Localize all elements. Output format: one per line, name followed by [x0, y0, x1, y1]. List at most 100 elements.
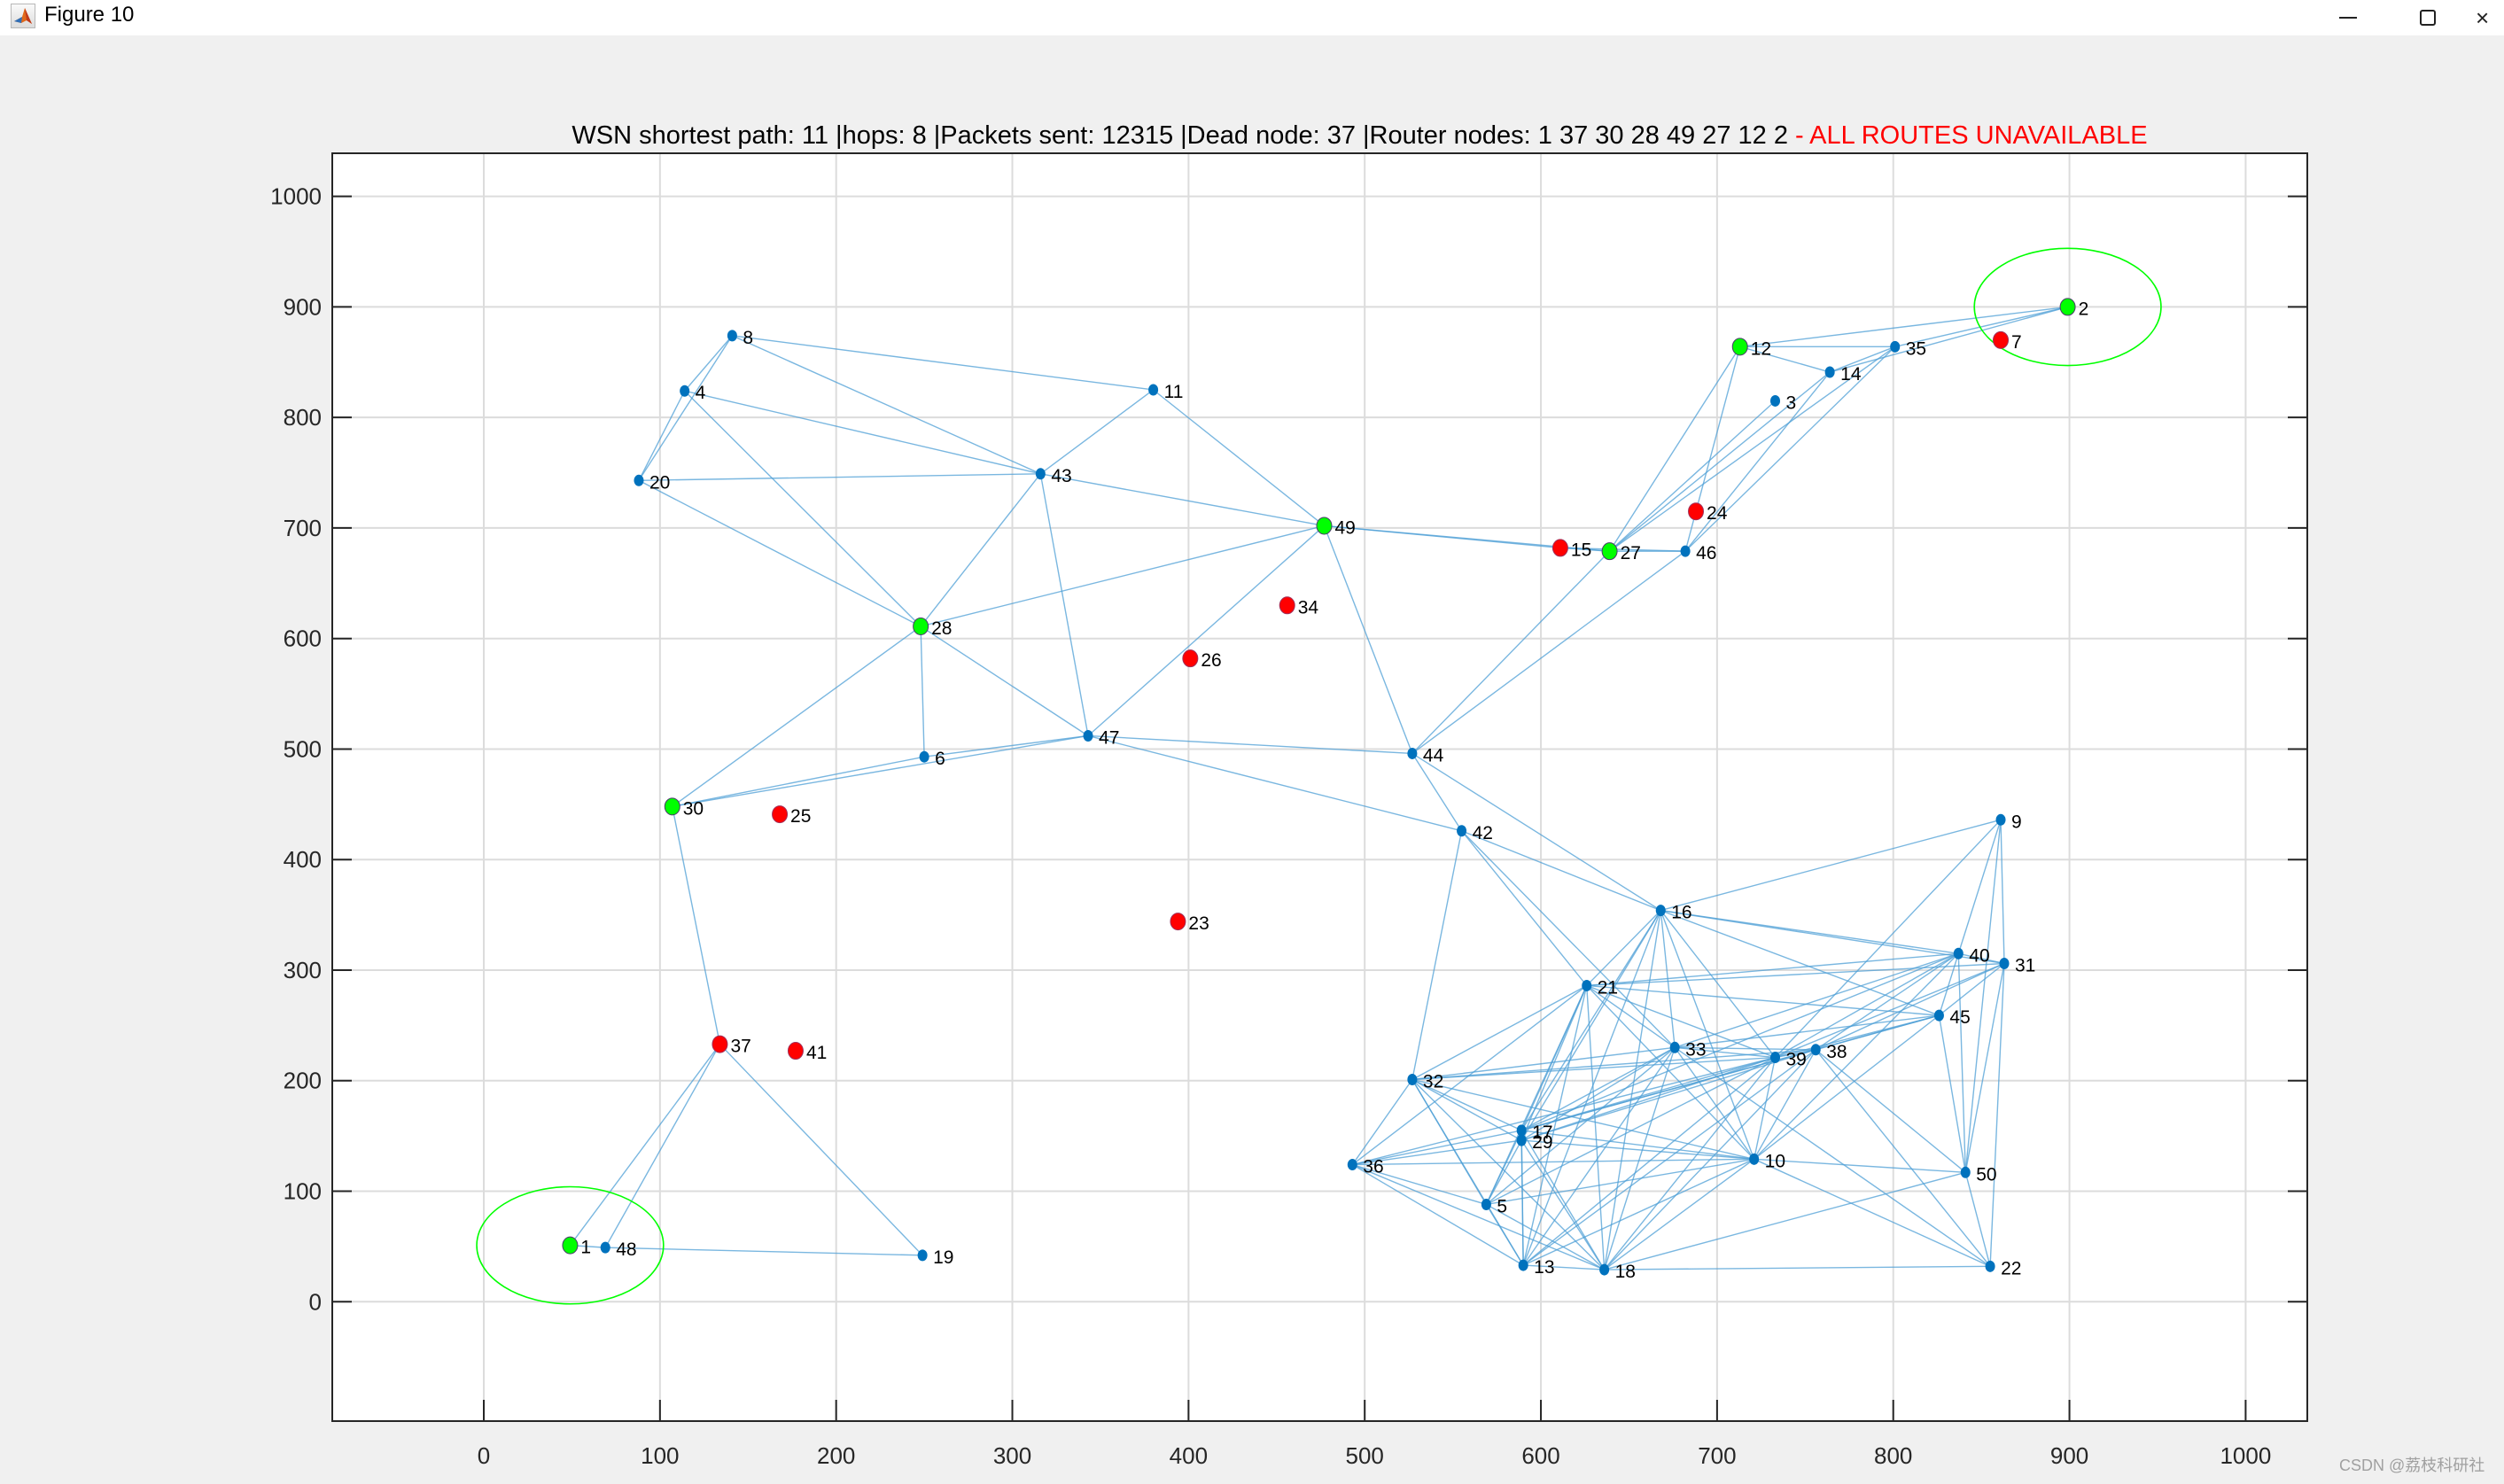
node-24-dead: [1688, 502, 1705, 521]
node-label-48: 48: [616, 1239, 636, 1260]
node-label-7: 7: [2011, 332, 2022, 353]
node-label-45: 45: [1949, 1007, 1970, 1028]
node-label-21: 21: [1598, 977, 1618, 998]
node-label-28: 28: [931, 618, 952, 639]
node-31: [1999, 957, 2010, 969]
node-11: [1148, 384, 1159, 396]
node-label-40: 40: [1969, 945, 1989, 966]
node-17: [1516, 1124, 1527, 1137]
node-label-38: 38: [1826, 1042, 1847, 1062]
node-label-47: 47: [1099, 727, 1119, 748]
node-35: [1890, 340, 1901, 353]
node-label-10: 10: [1765, 1151, 1785, 1171]
node-7-dead: [1993, 330, 2010, 349]
node-45: [1933, 1009, 1944, 1022]
node-21: [1582, 979, 1592, 991]
node-14: [1824, 366, 1835, 378]
node-41-dead: [787, 1042, 804, 1061]
node-label-1: 1: [580, 1238, 591, 1258]
y-tick-label: 100: [284, 1177, 322, 1204]
node-label-22: 22: [2001, 1258, 2021, 1278]
node-2-router: [2059, 298, 2076, 316]
node-label-44: 44: [1423, 745, 1444, 765]
y-tick-label: 800: [284, 404, 322, 431]
node-47: [1083, 729, 1093, 742]
node-16: [1655, 905, 1666, 917]
y-tick-label: 400: [284, 846, 322, 873]
node-38: [1810, 1044, 1821, 1056]
node-label-15: 15: [1571, 540, 1591, 560]
x-tick-label: 200: [817, 1442, 855, 1469]
y-tick-label: 300: [284, 957, 322, 983]
node-13: [1518, 1259, 1528, 1271]
x-tick-label: 300: [993, 1442, 1031, 1469]
node-label-36: 36: [1363, 1157, 1383, 1177]
y-tick-label: 200: [284, 1068, 322, 1094]
y-tick-label: 0: [309, 1288, 322, 1315]
chart-title: WSN shortest path: 11 |hops: 8 |Packets …: [572, 121, 2147, 150]
x-tick-label: 900: [2050, 1442, 2088, 1469]
node-49-router: [1316, 517, 1333, 535]
node-9: [1995, 813, 2006, 826]
node-label-18: 18: [1615, 1262, 1636, 1282]
node-10: [1749, 1153, 1760, 1165]
y-tick-label: 1000: [270, 183, 322, 210]
x-tick-label: 400: [1170, 1442, 1208, 1469]
node-label-6: 6: [935, 749, 945, 769]
node-34-dead: [1279, 596, 1295, 615]
node-label-25: 25: [790, 806, 811, 827]
node-label-26: 26: [1201, 650, 1221, 671]
node-label-27: 27: [1621, 543, 1641, 563]
node-18: [1599, 1263, 1610, 1276]
figure-canvas: 1234567891011121314151617181920212223242…: [270, 121, 2308, 1469]
node-43: [1035, 468, 1046, 480]
chart-title-main: WSN shortest path: 11 |hops: 8 |Packets …: [572, 121, 1788, 150]
node-label-4: 4: [696, 383, 706, 403]
node-48: [600, 1241, 610, 1254]
node-25-dead: [772, 805, 789, 824]
node-label-34: 34: [1298, 597, 1319, 618]
watermark: CSDN @荔枝科研社: [2339, 1457, 2485, 1474]
node-6: [919, 750, 929, 763]
node-label-31: 31: [2015, 955, 2035, 975]
node-26-dead: [1182, 649, 1199, 668]
node-label-50: 50: [1976, 1164, 1996, 1185]
node-44: [1407, 747, 1418, 759]
node-label-42: 42: [1473, 823, 1493, 843]
node-28-router: [913, 617, 929, 635]
node-label-32: 32: [1423, 1071, 1443, 1092]
node-27-router: [1601, 542, 1618, 561]
node-label-37: 37: [730, 1037, 750, 1057]
x-tick-label: 500: [1346, 1442, 1384, 1469]
node-22: [1985, 1260, 1995, 1272]
x-tick-label: 600: [1521, 1442, 1559, 1469]
node-label-20: 20: [649, 472, 670, 493]
node-4: [680, 385, 690, 397]
node-label-49: 49: [1334, 517, 1355, 538]
y-tick-label: 500: [284, 735, 322, 762]
y-tick-label: 600: [284, 625, 322, 652]
node-label-8: 8: [743, 328, 753, 348]
node-label-12: 12: [1751, 338, 1771, 359]
node-label-16: 16: [1671, 903, 1691, 923]
node-40: [1953, 947, 1964, 960]
node-42: [1457, 825, 1467, 837]
chart-title-alert: - ALL ROUTES UNAVAILABLE: [1788, 121, 2148, 150]
node-15-dead: [1551, 539, 1568, 557]
node-30-router: [664, 797, 680, 816]
node-32: [1407, 1073, 1418, 1085]
node-label-39: 39: [1786, 1050, 1807, 1070]
node-33: [1669, 1041, 1680, 1053]
node-label-5: 5: [1497, 1196, 1507, 1216]
node-12-router: [1731, 338, 1748, 356]
node-label-30: 30: [683, 798, 704, 819]
node-label-46: 46: [1696, 543, 1716, 563]
node-23-dead: [1170, 913, 1186, 931]
y-tick-label: 700: [284, 515, 322, 541]
node-5: [1481, 1198, 1491, 1210]
node-label-35: 35: [1906, 338, 1926, 359]
x-tick-label: 100: [641, 1442, 679, 1469]
node-8: [727, 330, 737, 342]
node-label-11: 11: [1164, 382, 1184, 402]
node-label-43: 43: [1051, 466, 1071, 486]
